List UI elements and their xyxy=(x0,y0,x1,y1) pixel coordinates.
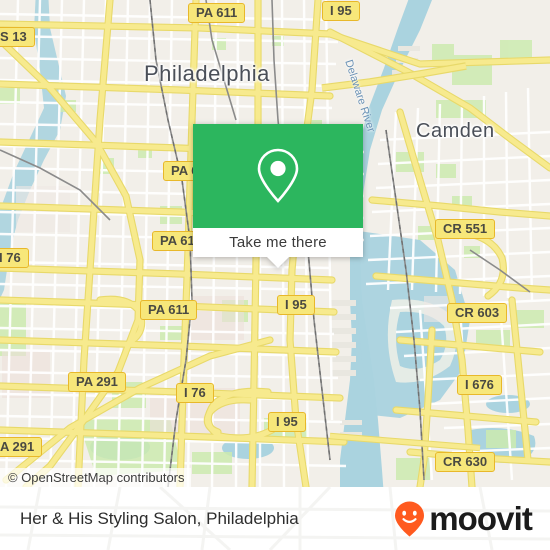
footer-bar: Her & His Styling Salon, Philadelphia mo… xyxy=(0,487,550,550)
place-title: Her & His Styling Salon, Philadelphia xyxy=(20,508,299,528)
moovit-wordmark: moovit xyxy=(429,500,533,537)
road-shield-i-76-left: I 76 xyxy=(0,248,29,268)
road-shield-i-95-top: I 95 xyxy=(322,1,360,21)
road-shield-pa-611-c: PA 611 xyxy=(140,300,198,320)
take-me-there-label: Take me there xyxy=(229,234,327,251)
road-shield-us-13: S 13 xyxy=(0,27,35,47)
road-shield-cr-630: CR 630 xyxy=(435,452,496,472)
callout-pointer xyxy=(267,257,289,268)
road-shield-pa-291-edge: A 291 xyxy=(0,437,43,457)
moovit-logo[interactable]: moovit xyxy=(393,500,533,538)
road-shield-i-676: I 676 xyxy=(457,375,502,395)
road-shield-i-95-mid: I 95 xyxy=(277,295,315,315)
moovit-smiley-pin-icon xyxy=(395,501,425,536)
road-shield-i-76-mid: I 76 xyxy=(176,383,214,403)
road-shield-pa-291: PA 291 xyxy=(68,372,126,392)
road-shield-i-95-low: I 95 xyxy=(268,412,306,432)
road-shield-cr-603: CR 603 xyxy=(447,303,508,323)
callout-header xyxy=(193,124,363,228)
map-screenshot: Philadelphia Camden Delaware River S 13 P… xyxy=(0,0,550,550)
location-pin-icon xyxy=(257,148,299,203)
road-shield-pa-611-top: PA 611 xyxy=(188,3,246,23)
road-shield-cr-551: CR 551 xyxy=(435,219,496,239)
map-canvas[interactable]: Philadelphia Camden Delaware River S 13 P… xyxy=(0,0,550,487)
take-me-there-button[interactable]: Take me there xyxy=(193,228,363,257)
place-callout[interactable]: Take me there xyxy=(193,124,363,268)
osm-attribution[interactable]: © OpenStreetMap contributors xyxy=(0,468,191,487)
